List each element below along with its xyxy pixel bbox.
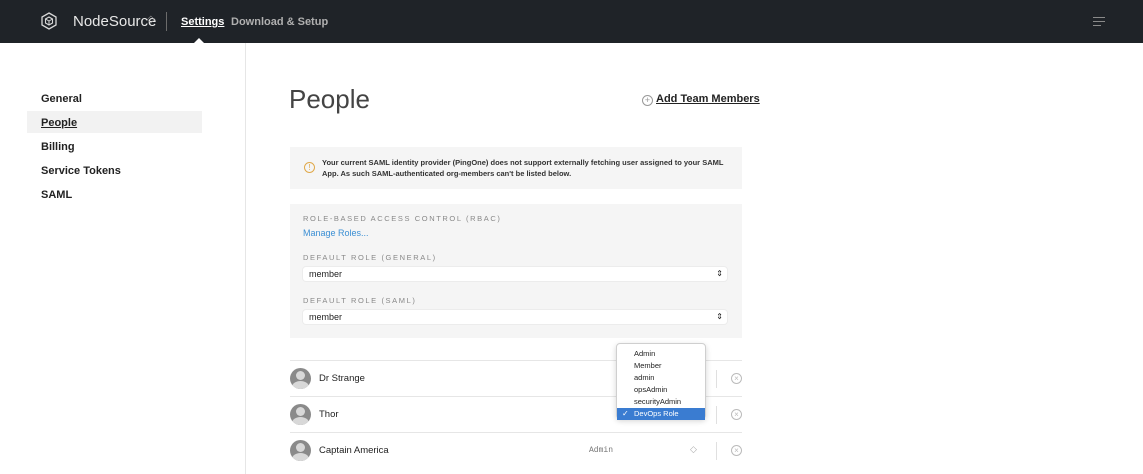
notice-text: Your current SAML identity provider (Pin… <box>322 158 724 178</box>
select-arrows-icon: ⇕ <box>716 312 723 321</box>
remove-member-icon[interactable]: × <box>731 409 742 420</box>
sidebar-item-service-tokens[interactable]: Service Tokens <box>41 165 121 177</box>
select-arrows-icon: ⇕ <box>716 269 723 278</box>
nav-settings-link[interactable]: Settings <box>181 16 224 28</box>
sidebar-item-general[interactable]: General <box>41 93 82 105</box>
role-option-member[interactable]: Member <box>617 360 705 372</box>
saml-notice-banner: ! Your current SAML identity provider (P… <box>290 147 742 189</box>
nodesource-cube-icon[interactable] <box>40 12 58 30</box>
org-switcher-chevron-icon[interactable]: ◇ <box>147 14 155 25</box>
avatar <box>290 440 311 461</box>
person-name: Captain America <box>319 445 389 456</box>
avatar <box>290 404 311 425</box>
sidebar-item-people[interactable]: People <box>41 117 77 129</box>
sidebar-item-saml[interactable]: SAML <box>41 189 72 201</box>
row-divider <box>716 370 717 388</box>
table-row: Captain America Admin ◇ × <box>290 432 742 468</box>
add-team-members-button[interactable]: + Add Team Members <box>642 93 760 106</box>
role-option-devops-role-label: DevOps Role <box>634 409 679 418</box>
role-option-admin-lower[interactable]: admin <box>617 372 705 384</box>
person-name: Thor <box>319 409 339 420</box>
active-nav-indicator <box>194 38 204 43</box>
remove-member-icon[interactable]: × <box>731 373 742 384</box>
add-circle-icon: + <box>642 95 653 106</box>
default-role-general-value: member <box>309 269 343 279</box>
role-select[interactable]: Admin <box>589 446 613 455</box>
hamburger-icon[interactable] <box>1093 17 1105 26</box>
role-option-admin[interactable]: Admin <box>617 348 705 360</box>
role-option-devops-role[interactable]: ✓ DevOps Role <box>617 408 705 420</box>
default-role-saml-label: DEFAULT ROLE (SAML) <box>303 296 417 305</box>
default-role-general-label: DEFAULT ROLE (GENERAL) <box>303 253 437 262</box>
sidebar-item-billing[interactable]: Billing <box>41 141 75 153</box>
role-dropdown-menu: Admin Member admin opsAdmin securityAdmi… <box>616 343 706 420</box>
default-role-saml-value: member <box>309 312 343 322</box>
row-divider <box>716 442 717 460</box>
role-option-securityadmin[interactable]: securityAdmin <box>617 396 705 408</box>
add-team-members-label[interactable]: Add Team Members <box>656 93 760 105</box>
person-name: Dr Strange <box>319 373 365 384</box>
rbac-heading: ROLE-BASED ACCESS CONTROL (RBAC) <box>303 214 502 223</box>
top-navigation-bar: NodeSource ◇ Settings Download & Setup <box>0 0 1143 43</box>
avatar <box>290 368 311 389</box>
rbac-panel: ROLE-BASED ACCESS CONTROL (RBAC) Manage … <box>290 204 742 338</box>
warning-circle-icon: ! <box>304 162 315 173</box>
role-option-opsadmin[interactable]: opsAdmin <box>617 384 705 396</box>
default-role-general-select[interactable]: member ⇕ <box>303 267 727 281</box>
row-divider <box>716 406 717 424</box>
sidebar-divider <box>245 43 246 474</box>
nav-divider <box>166 12 167 31</box>
nav-download-setup-link[interactable]: Download & Setup <box>231 16 328 28</box>
remove-member-icon[interactable]: × <box>731 445 742 456</box>
org-switcher[interactable]: NodeSource <box>73 13 156 30</box>
manage-roles-link[interactable]: Manage Roles... <box>303 228 369 238</box>
updown-chevron-icon[interactable]: ◇ <box>690 444 697 455</box>
page-title: People <box>289 84 370 114</box>
default-role-saml-select[interactable]: member ⇕ <box>303 310 727 324</box>
checkmark-icon: ✓ <box>622 409 629 418</box>
